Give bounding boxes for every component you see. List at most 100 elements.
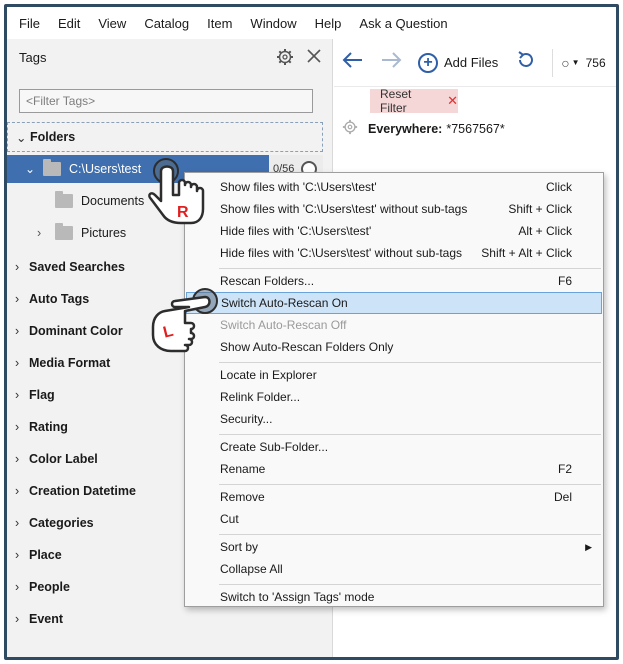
filter-tags-input[interactable]: <Filter Tags> — [19, 89, 313, 113]
section-label: Creation Datetime — [29, 484, 136, 498]
ctx-rename[interactable]: Rename F2 — [186, 458, 602, 480]
ctx-create-subfolder[interactable]: Create Sub-Folder... — [186, 436, 602, 458]
section-label: Event — [29, 612, 64, 626]
chevron-right-icon: › — [15, 388, 20, 402]
gear-icon[interactable] — [342, 119, 358, 138]
chevron-down-icon[interactable]: ⌄ — [7, 162, 35, 176]
search-dropdown[interactable]: ○ ▼ 756 — [552, 48, 606, 77]
section-label: Saved Searches — [29, 260, 125, 274]
reset-filter-button[interactable]: Reset Filter ✕ — [370, 87, 458, 115]
dropdown-arrow-icon: ▼ — [571, 58, 580, 67]
ctx-cut[interactable]: Cut — [186, 508, 602, 530]
ctx-label: Show files with 'C:\Users\test' without … — [220, 202, 468, 216]
add-files-button[interactable]: + Add Files — [418, 52, 498, 73]
gear-icon[interactable] — [276, 48, 294, 69]
ctx-locate-in-explorer[interactable]: Locate in Explorer — [186, 364, 602, 386]
chevron-right-icon: › — [15, 580, 20, 594]
ctx-label: Hide files with 'C:\Users\test' without … — [220, 246, 463, 260]
folder-icon — [55, 191, 73, 208]
ctx-switch-auto-rescan-off[interactable]: Switch Auto-Rescan Off — [186, 314, 602, 336]
submenu-arrow-icon: ▶ — [585, 541, 592, 552]
section-label: Dominant Color — [29, 324, 123, 338]
ctx-show-files-no-subtags[interactable]: Show files with 'C:\Users\test' without … — [186, 198, 602, 220]
ctx-remove[interactable]: Remove Del — [186, 486, 602, 508]
ctx-shortcut: F2 — [557, 462, 572, 476]
folder-icon — [55, 223, 73, 240]
section-label: Media Format — [29, 356, 111, 370]
ctx-sort-by[interactable]: Sort by ▶ — [186, 536, 602, 558]
ctx-hide-files-no-subtags[interactable]: Hide files with 'C:\Users\test' without … — [186, 242, 602, 264]
menu-edit[interactable]: Edit — [58, 16, 80, 31]
ctx-label: Hide files with 'C:\Users\test' — [220, 224, 372, 238]
forward-arrow-icon[interactable] — [380, 51, 402, 74]
ctx-shortcut: Shift + Alt + Click — [481, 246, 572, 260]
context-menu: Show files with 'C:\Users\test' Click Sho… — [184, 172, 604, 607]
ctx-label: Switch Auto-Rescan Off — [220, 318, 347, 332]
section-label: Categories — [29, 516, 94, 530]
ctx-label: Rescan Folders... — [220, 274, 315, 288]
menu-help[interactable]: Help — [315, 16, 342, 31]
chevron-right-icon: › — [15, 548, 20, 562]
chevron-right-icon: › — [15, 452, 20, 466]
section-label: Flag — [29, 388, 55, 402]
ctx-label: Sort by — [220, 540, 259, 554]
ctx-show-auto-rescan-only[interactable]: Show Auto-Rescan Folders Only — [186, 336, 602, 358]
ctx-label: Collapse All — [220, 562, 283, 576]
ctx-label: Switch to 'Assign Tags' mode — [220, 590, 375, 604]
menu-catalog[interactable]: Catalog — [144, 16, 189, 31]
ctx-switch-auto-rescan-on[interactable]: Switch Auto-Rescan On — [186, 292, 602, 314]
ctx-label: Relink Folder... — [220, 390, 301, 404]
ctx-label: Switch Auto-Rescan On — [221, 296, 348, 310]
chevron-right-icon: › — [15, 324, 20, 338]
folder-icon — [43, 159, 61, 176]
close-icon[interactable] — [306, 48, 322, 69]
chevron-down-icon: ⌄ — [16, 130, 27, 145]
menubar: File Edit View Catalog Item Window Help … — [7, 7, 616, 39]
ctx-label: Cut — [220, 512, 239, 526]
ctx-rescan-folders[interactable]: Rescan Folders... F6 — [186, 270, 602, 292]
ctx-hide-files[interactable]: Hide files with 'C:\Users\test' Alt + Cli… — [186, 220, 602, 242]
ctx-label: Locate in Explorer — [220, 368, 317, 382]
ctx-label: Remove — [220, 490, 265, 504]
menu-file[interactable]: File — [19, 16, 40, 31]
menu-view[interactable]: View — [98, 16, 126, 31]
left-click-hand-icon: L — [145, 287, 225, 360]
ctx-shortcut: Click — [546, 180, 572, 194]
right-click-hand-icon: R — [145, 157, 209, 230]
right-click-letter: R — [177, 204, 189, 221]
chevron-right-icon[interactable]: › — [37, 226, 55, 240]
ctx-label: Show files with 'C:\Users\test' — [220, 180, 377, 194]
ctx-switch-assign-tags[interactable]: Switch to 'Assign Tags' mode — [186, 586, 602, 608]
chevron-right-icon: › — [15, 260, 20, 274]
section-label: Rating — [29, 420, 68, 434]
ctx-separator — [219, 534, 601, 535]
menu-ask-question[interactable]: Ask a Question — [359, 16, 447, 31]
menu-item[interactable]: Item — [207, 16, 232, 31]
search-icon: ○ — [561, 54, 570, 71]
menu-window[interactable]: Window — [250, 16, 296, 31]
ctx-collapse-all[interactable]: Collapse All — [186, 558, 602, 580]
section-label: Folders — [30, 130, 76, 144]
search-criteria: Everywhere: *7567567* — [342, 119, 505, 138]
section-event[interactable]: › Event — [7, 604, 323, 634]
ctx-relink-folder[interactable]: Relink Folder... — [186, 386, 602, 408]
ctx-show-files[interactable]: Show files with 'C:\Users\test' Click — [186, 176, 602, 198]
ctx-shortcut: Del — [553, 490, 572, 504]
ctx-shortcut: F6 — [557, 274, 572, 288]
section-folders[interactable]: ⌄ Folders — [7, 122, 323, 152]
back-arrow-icon[interactable] — [342, 51, 364, 74]
ctx-separator — [219, 584, 601, 585]
everywhere-value: *7567567* — [446, 121, 505, 136]
chevron-right-icon: › — [15, 292, 20, 306]
reset-filter-label: Reset Filter — [380, 87, 412, 115]
ctx-security[interactable]: Security... — [186, 408, 602, 430]
chevron-right-icon: › — [15, 356, 20, 370]
refresh-icon[interactable] — [516, 50, 536, 76]
tree-label: C:\Users\test — [69, 162, 142, 176]
chevron-right-icon: › — [15, 516, 20, 530]
tags-panel-title: Tags — [19, 49, 47, 65]
ctx-separator — [219, 484, 601, 485]
ctx-label: Show Auto-Rescan Folders Only — [220, 340, 394, 354]
tags-panel-header: Tags — [7, 39, 332, 75]
tree-label: Documents — [81, 194, 145, 208]
